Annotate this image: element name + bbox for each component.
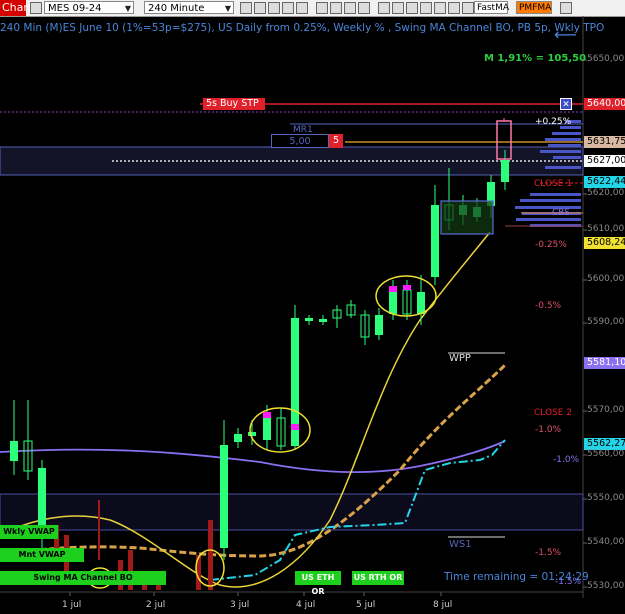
time-axis-label: 2 jul	[146, 600, 166, 610]
zoom-in-icon[interactable]	[254, 2, 266, 14]
price-axis-label: 5550,00	[587, 493, 625, 503]
chart-menu-button[interactable]: Chart	[0, 0, 32, 16]
pct-minus-025-label: -0.25%	[535, 240, 567, 250]
time-axis-label: 5 jul	[356, 600, 376, 610]
close2-label: CLOSE 2	[534, 408, 573, 418]
price-axis-label: 5600,00	[587, 274, 625, 284]
price-axis-label: 5530,00	[587, 581, 625, 591]
tpo-high-price-tag: 5631,75	[584, 136, 625, 148]
toolbar: Chart MES 09-24 ▼ 240 Minute ▼ FastMA PMFM…	[0, 0, 625, 17]
lower-value-band	[0, 493, 584, 531]
interval-select-value: 240 Minute	[148, 3, 205, 14]
pct-minus-1-label: -1.0%	[535, 425, 562, 435]
draw-icon[interactable]	[282, 2, 294, 14]
vwap-purple-line	[0, 440, 506, 474]
value-area-band	[0, 146, 584, 176]
interval-select[interactable]: 240 Minute ▼	[144, 1, 234, 14]
yellow-level-tag: 5608,24	[584, 237, 625, 249]
highlight-ellipse	[249, 407, 311, 453]
us-rth-or-button[interactable]: US RTH OR	[352, 571, 404, 585]
chart-canvas	[0, 16, 587, 598]
trade-icon[interactable]	[316, 2, 328, 14]
pmfma-button[interactable]: PMFMA	[516, 1, 552, 14]
entry-zone	[440, 200, 494, 235]
templates-icon[interactable]	[378, 2, 390, 14]
purple-level-tag: 5581,10	[584, 357, 625, 369]
price-axis-label: 5650,00	[587, 54, 625, 64]
close1-label: CLOSE 1	[534, 179, 573, 189]
buy-stop-price-tag: 5640,00	[584, 98, 625, 110]
chevron-down-icon: ▼	[224, 4, 231, 13]
ws1-label: WS1	[449, 539, 472, 550]
time-axis-label: 8 jul	[433, 600, 453, 610]
image-icon[interactable]	[434, 2, 446, 14]
buy-stop-order-tag[interactable]: 5s Buy STP	[203, 98, 265, 110]
price-axis-label: 5560,00	[587, 449, 625, 459]
time-axis-label: 1 jul	[62, 600, 82, 610]
highlight-ellipse	[375, 275, 437, 317]
current-price-tag: 5622,44	[584, 176, 625, 188]
wpp-label: WPP	[449, 353, 471, 364]
crosshair-icon[interactable]	[296, 2, 308, 14]
data-box-icon[interactable]	[392, 2, 404, 14]
price-axis-label: 5610,00	[587, 224, 625, 234]
symbol-select-value: MES 09-24	[48, 3, 102, 14]
indicators-icon[interactable]	[358, 2, 370, 14]
pct-plus-025-label: +0.25%	[535, 117, 572, 127]
price-axis-label: 5540,00	[587, 537, 625, 547]
time-axis-label: 4 jul	[296, 600, 316, 610]
m-percent-label: M 1,91% = 105,50	[484, 53, 587, 64]
price-axis-label: 5590,00	[587, 317, 625, 327]
price-axis-label: 5620,00	[587, 188, 625, 198]
pct-minus-05-label: -0.5%	[535, 301, 562, 311]
close-order-icon[interactable]: ✕	[560, 98, 572, 110]
last-price-white-tag: 5627,00	[584, 155, 625, 167]
fastma-button[interactable]: FastMA	[474, 1, 509, 14]
strategies-icon[interactable]	[344, 2, 356, 14]
mnt-vwap-button[interactable]: Mnt VWAP	[0, 548, 84, 562]
zoom-out-icon[interactable]	[268, 2, 280, 14]
link-icon[interactable]	[30, 2, 42, 14]
clock-icon[interactable]	[448, 2, 460, 14]
time-axis-label: 3 jul	[230, 600, 250, 610]
bar-type-icon[interactable]	[240, 2, 252, 14]
swing-ma-channel-button[interactable]: Swing MA Channel BO	[0, 571, 166, 585]
window-icon[interactable]	[560, 2, 572, 14]
lock-icon[interactable]	[406, 2, 418, 14]
wkly-vwap-button[interactable]: Wkly VWAP	[0, 525, 58, 539]
us-eth-or-button[interactable]: US ETH OR	[295, 571, 341, 596]
symbol-select[interactable]: MES 09-24 ▼	[44, 1, 134, 14]
time-remaining-label: Time remaining = 01:24:29	[444, 571, 589, 583]
pct-minus-1-purple-label: -1.0%	[553, 455, 580, 465]
properties-icon[interactable]	[330, 2, 342, 14]
pct-minus-15-label: -1.5%	[535, 548, 562, 558]
price-axis-label: 5570,00	[587, 405, 625, 415]
cbs-label: CBS	[552, 208, 571, 218]
share-icon[interactable]	[420, 2, 432, 14]
order-qty-field[interactable]: 5	[329, 134, 343, 148]
list-icon[interactable]	[462, 2, 474, 14]
order-price-field[interactable]: 5,00	[271, 134, 329, 148]
chevron-down-icon: ▼	[124, 4, 131, 13]
ma-yellow-line	[0, 231, 491, 588]
